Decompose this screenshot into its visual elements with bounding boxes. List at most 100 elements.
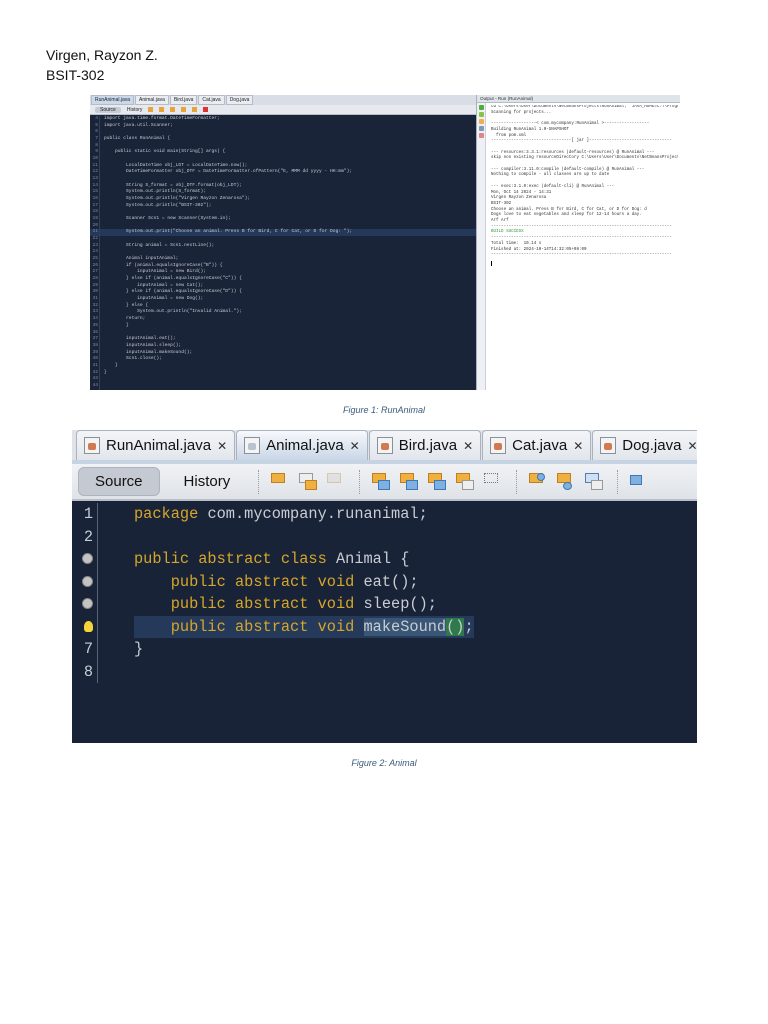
toolbar-icon[interactable]	[159, 107, 165, 112]
code-text: Scanner Scn1 = new Scanner(System.in);	[104, 216, 231, 222]
last-edit-icon[interactable]	[271, 472, 291, 491]
code-token: sleep();	[354, 595, 437, 613]
code-text: Animal inputAnimal;	[104, 256, 179, 262]
output-line: ----------------------------------------…	[491, 253, 672, 258]
output-line: cd C:\Users\User\Documents\NetBeansProje…	[491, 105, 678, 109]
tab-label: Dog.java	[622, 437, 682, 454]
tab-label: Bird.java	[398, 437, 458, 454]
output-pane: Output - Run (RunAnimal) cd C:\Users\Use…	[476, 95, 680, 390]
back-icon[interactable]	[299, 472, 319, 491]
shift-left-icon[interactable]	[630, 473, 650, 491]
toolbar-icon[interactable]	[192, 107, 198, 112]
history-button[interactable]: History	[168, 468, 247, 495]
forward-icon[interactable]	[327, 472, 347, 491]
lightbulb-icon[interactable]	[84, 620, 93, 632]
line-number: 28	[90, 276, 100, 283]
toggle-highlight-icon[interactable]	[456, 472, 476, 491]
code-line: 21 System.out.print("Choose an animal. P…	[90, 229, 476, 237]
editor-tab[interactable]: Animal.java ✕	[236, 430, 368, 460]
line-number: 44	[90, 382, 100, 390]
output-sidebar	[477, 103, 486, 390]
toggle-bookmark-icon[interactable]	[585, 472, 605, 491]
line-number: 37	[90, 336, 100, 343]
find-next-icon[interactable]	[428, 472, 448, 491]
editor-tab[interactable]: Bird.java	[169, 95, 198, 105]
code-line: 42}	[90, 369, 476, 377]
tab-label: RunAnimal.java	[106, 437, 212, 454]
code-token: makeSound	[363, 617, 447, 636]
rectangular-selection-icon[interactable]	[484, 472, 504, 491]
override-icon[interactable]	[82, 598, 93, 609]
code-token: package	[134, 505, 199, 523]
code-area[interactable]: 1 package com.mycompany.runanimal; 2 public…	[72, 503, 697, 683]
code-text: System.out.print("Choose an animal. Pres…	[104, 229, 353, 235]
author-block: Virgen, Rayzon Z. BSIT-302	[46, 45, 158, 85]
code-line: 12 DateTimeFormatter obj_DTF = DateTimeF…	[90, 169, 476, 177]
editor-tab[interactable]: Dog.java	[225, 95, 254, 105]
editor-tabs: RunAnimal.java ✕ Animal.java ✕ Bird.java ✕ Cat…	[72, 430, 697, 464]
previous-bookmark-icon[interactable]	[529, 472, 549, 491]
code-line: 10	[90, 156, 476, 163]
code-text: public abstract void makeSound();	[134, 615, 474, 638]
code-line: public abstract void makeSound();	[72, 615, 697, 638]
editor-tab[interactable]: Bird.java ✕	[368, 430, 482, 460]
stop-icon[interactable]	[203, 107, 209, 112]
code-token: eat();	[354, 572, 419, 591]
stop-icon[interactable]	[479, 119, 484, 124]
java-file-icon	[490, 437, 507, 454]
toolbar-icon[interactable]	[148, 107, 154, 112]
code-line: 5 import java.util.Scanner;	[90, 122, 476, 130]
figure-animal-screenshot: RunAnimal.java ✕ Animal.java ✕ Bird.java ✕ Cat…	[72, 430, 697, 743]
toolbar-icon[interactable]	[170, 107, 176, 112]
toolbar-separator	[258, 469, 260, 494]
editor-tab[interactable]: RunAnimal.java ✕	[76, 430, 236, 460]
editor-tab[interactable]: Cat.java	[198, 95, 225, 105]
code-line: 38 inputAnimal.sleep();	[90, 342, 476, 350]
rerun-with-params-icon[interactable]	[479, 112, 484, 117]
output-console[interactable]: cd C:\Users\User\Documents\NetBeansProje…	[491, 105, 678, 266]
java-file-icon	[376, 437, 393, 454]
close-icon[interactable]: ✕	[463, 439, 473, 453]
clear-icon[interactable]	[479, 133, 484, 138]
source-button[interactable]: Source	[78, 467, 160, 496]
code-token: }	[134, 640, 144, 658]
code-token: public abstract void	[170, 595, 355, 613]
rerun-icon[interactable]	[479, 105, 484, 110]
java-file-icon	[84, 437, 100, 454]
close-icon[interactable]: ✕	[687, 439, 697, 453]
editor-tab[interactable]: Cat.java ✕	[482, 430, 592, 460]
close-icon[interactable]: ✕	[573, 439, 583, 453]
editor-tabs: RunAnimal.java Animal.java Bird.java Cat.ja…	[90, 95, 476, 105]
editor-toolbar: Source History	[90, 105, 476, 115]
close-icon[interactable]: ✕	[217, 439, 227, 453]
code-text: } else if (animal.equalsIgnoreCase("C"))…	[104, 276, 242, 282]
code-text: Scn1.close();	[104, 356, 162, 362]
code-line: 13	[90, 176, 476, 183]
line-number: 2	[72, 525, 98, 548]
line-number: 7	[90, 136, 100, 143]
find-previous-icon[interactable]	[400, 472, 420, 491]
override-icon[interactable]	[82, 553, 93, 564]
find-icon[interactable]	[372, 472, 392, 491]
override-icon[interactable]	[82, 575, 93, 587]
author-section: BSIT-302	[46, 67, 105, 83]
source-button[interactable]: Source	[95, 106, 121, 113]
next-bookmark-icon[interactable]	[557, 472, 577, 491]
code-line: 44	[90, 382, 476, 390]
editor-tab[interactable]: Dog.java ✕	[592, 430, 697, 460]
line-number: 4	[90, 116, 100, 123]
code-line: public abstract void eat();	[72, 570, 697, 593]
close-icon[interactable]: ✕	[350, 439, 360, 453]
editor-tab[interactable]: Animal.java	[135, 95, 169, 105]
settings-icon[interactable]	[479, 126, 484, 131]
editor-tab[interactable]: RunAnimal.java	[91, 95, 135, 105]
code-area[interactable]: 4 import java.time.format.DateTimeFormatt…	[90, 116, 476, 390]
history-button[interactable]: History	[127, 107, 143, 113]
toolbar-separator	[617, 469, 619, 494]
code-text: System.out.println("Virgen Rayzon Zenaro…	[104, 196, 251, 202]
toolbar-icon[interactable]	[181, 107, 187, 112]
code-text: inputAnimal.sleep();	[104, 342, 182, 348]
output-line: --------------------------------[ jar ]-…	[491, 139, 672, 144]
